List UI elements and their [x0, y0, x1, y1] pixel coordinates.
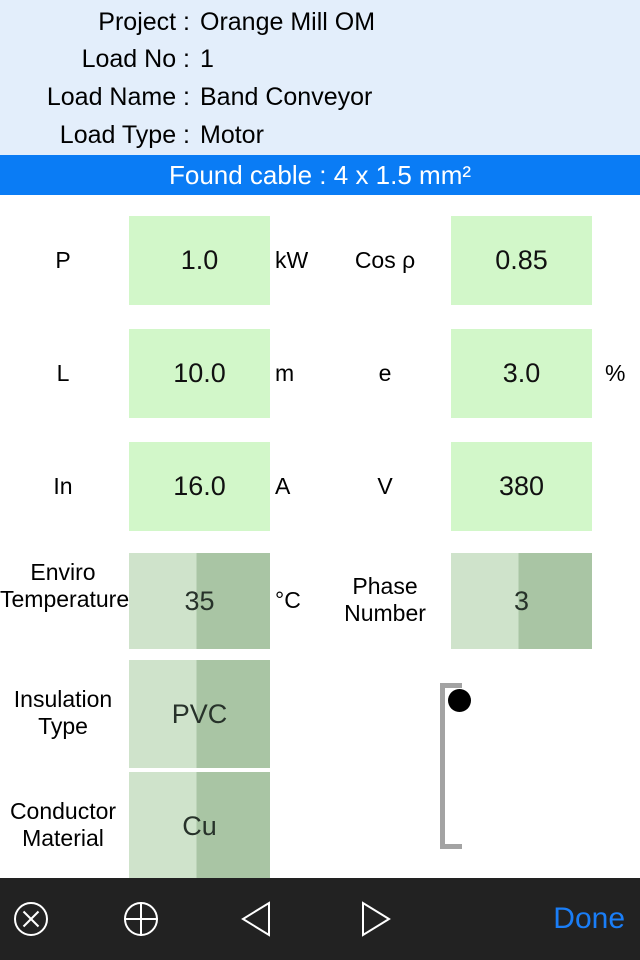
header-row-project: Project : Orange Mill OM — [0, 5, 640, 39]
input-e-value: 3.0 — [502, 358, 541, 388]
select-insulation-type-value: PVC — [171, 699, 228, 729]
select-conductor-material-value: Cu — [182, 811, 217, 841]
done-button[interactable]: Done — [553, 878, 625, 960]
project-label: Project : — [98, 8, 190, 36]
close-button[interactable] — [5, 878, 57, 960]
label-conductor-material: Conductor Material — [9, 798, 117, 851]
input-in[interactable]: 16.0 — [129, 442, 270, 531]
unit-l: m — [275, 360, 295, 386]
next-button[interactable] — [347, 878, 403, 960]
input-l[interactable]: 10.0 — [129, 329, 270, 418]
bottom-toolbar: Done — [0, 878, 640, 960]
header-row-load-no: Load No : 1 — [0, 42, 640, 76]
header-row-load-type: Load Type : Motor — [0, 118, 640, 152]
triangle-right-icon — [362, 901, 391, 937]
input-l-value: 10.0 — [173, 358, 226, 388]
triangle-left-icon — [241, 901, 270, 937]
done-button-label: Done — [553, 902, 625, 935]
select-phase-number-value: 3 — [513, 586, 530, 616]
load-no-label: Load No : — [81, 45, 190, 73]
unit-in: A — [275, 473, 291, 499]
form-row-current: In 16.0 A V 380 — [0, 442, 640, 531]
target-button[interactable] — [115, 878, 167, 960]
label-v: V — [377, 473, 393, 499]
select-enviro-temperature[interactable]: 35 — [129, 553, 270, 649]
label-l: L — [56, 360, 70, 386]
unit-e: % — [605, 360, 626, 386]
form-row-environment: Enviro Temperature 35 °C Phase Number 3 — [0, 545, 640, 657]
input-cos-phi-value: 0.85 — [495, 245, 548, 275]
select-phase-number[interactable]: 3 — [451, 553, 592, 649]
label-cos-phi: Cos ρ — [354, 247, 416, 273]
load-no-value: 1 — [200, 45, 214, 73]
parameter-form: P 1.0 kW Cos ρ 0.85 L 10.0 m e 3.0 % In … — [0, 195, 640, 878]
label-in: In — [53, 473, 73, 499]
load-name-value: Band Conveyor — [200, 83, 373, 111]
circle-plus-icon — [124, 902, 158, 936]
select-conductor-material[interactable]: Cu — [129, 772, 270, 878]
input-e[interactable]: 3.0 — [451, 329, 592, 418]
form-row-power: P 1.0 kW Cos ρ 0.85 — [0, 216, 640, 305]
header-row-load-name: Load Name : Band Conveyor — [0, 80, 640, 114]
input-cos-phi[interactable]: 0.85 — [451, 216, 592, 305]
input-v-value: 380 — [498, 471, 545, 501]
project-value: Orange Mill OM — [200, 8, 376, 36]
label-p: P — [55, 247, 71, 273]
form-row-length: L 10.0 m e 3.0 % — [0, 329, 640, 418]
vertical-slider[interactable] — [440, 683, 471, 849]
input-p[interactable]: 1.0 — [129, 216, 270, 305]
label-enviro-temperature: Enviro Temperature — [0, 559, 130, 612]
select-enviro-temperature-value: 35 — [184, 586, 215, 616]
unit-enviro-temperature: °C — [275, 587, 301, 613]
load-name-label: Load Name : — [46, 83, 190, 111]
found-cable-banner: Found cable : 4 x 1.5 mm² — [0, 155, 640, 195]
form-row-conductor: Conductor Material Cu — [0, 772, 640, 878]
label-phase-number: Phase Number — [344, 573, 426, 626]
load-type-label: Load Type : — [59, 121, 190, 149]
load-info-header: Project : Orange Mill OM Load No : 1 Loa… — [0, 0, 640, 155]
input-v[interactable]: 380 — [451, 442, 592, 531]
form-row-insulation: Insulation Type PVC — [0, 660, 640, 768]
circle-x-icon — [14, 902, 48, 936]
input-p-value: 1.0 — [180, 245, 219, 275]
unit-p: kW — [275, 247, 309, 273]
input-in-value: 16.0 — [173, 471, 226, 501]
previous-button[interactable] — [228, 878, 284, 960]
label-e: e — [378, 360, 392, 386]
label-insulation-type: Insulation Type — [13, 686, 113, 739]
select-insulation-type[interactable]: PVC — [129, 660, 270, 768]
load-type-value: Motor — [200, 121, 264, 149]
slider-thumb[interactable] — [448, 689, 471, 712]
